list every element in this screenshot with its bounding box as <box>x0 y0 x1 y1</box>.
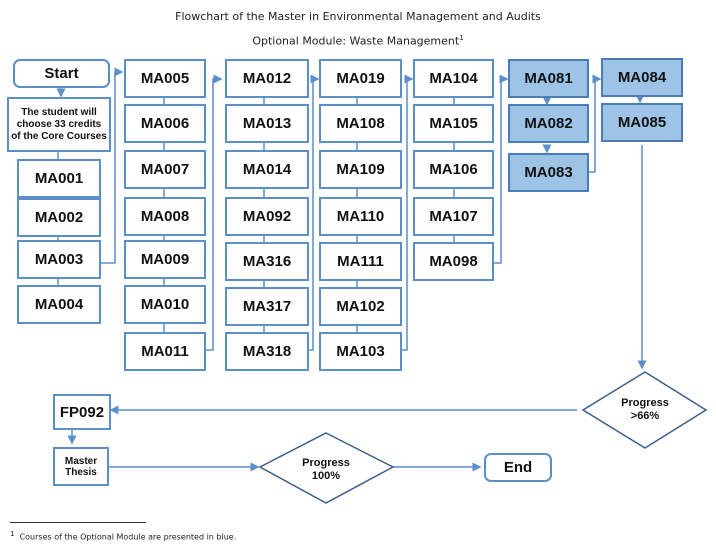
progress-66-label: Progress >66% <box>621 397 669 422</box>
master-thesis-node: Master Thesis <box>53 447 109 486</box>
course-box-ma108: MA108 <box>319 104 402 143</box>
course-box-ma012: MA012 <box>225 59 309 98</box>
course-box-ma005: MA005 <box>124 59 206 98</box>
course-box-ma003: MA003 <box>17 240 101 279</box>
course-box-ma010: MA010 <box>124 285 206 324</box>
course-box-ma004: MA004 <box>17 285 101 324</box>
course-box-ma107: MA107 <box>413 197 494 236</box>
course-box-ma006: MA006 <box>124 104 206 143</box>
footnote: 1 Courses of the Optional Module are pre… <box>10 530 237 542</box>
course-box-ma105: MA105 <box>413 104 494 143</box>
start-node: Start <box>13 59 110 88</box>
fp092-node: FP092 <box>53 394 111 430</box>
optional-course-box-ma084: MA084 <box>601 58 683 97</box>
course-box-ma317: MA317 <box>225 287 309 326</box>
course-box-ma011: MA011 <box>124 332 206 371</box>
arrow-col2-to-col3 <box>205 74 223 351</box>
course-box-ma007: MA007 <box>124 150 206 189</box>
course-box-ma098: MA098 <box>413 242 494 281</box>
footnote-divider <box>10 522 146 523</box>
course-box-ma316: MA316 <box>225 242 309 281</box>
progress-100-label: Progress 100% <box>302 457 350 482</box>
arrow-col4-to-col5 <box>402 74 414 351</box>
course-box-ma103: MA103 <box>319 332 402 371</box>
course-box-ma092: MA092 <box>225 197 309 236</box>
core-courses-note: The student will choose 33 credits of th… <box>7 97 111 152</box>
course-box-ma109: MA109 <box>319 150 402 189</box>
arrow-col3-to-col4 <box>308 74 320 351</box>
course-box-ma106: MA106 <box>413 150 494 189</box>
course-box-ma102: MA102 <box>319 287 402 326</box>
optional-course-box-ma083: MA083 <box>508 153 589 192</box>
course-box-ma110: MA110 <box>319 197 402 236</box>
course-box-ma014: MA014 <box>225 150 309 189</box>
course-box-ma002: MA002 <box>17 198 101 237</box>
course-box-ma104: MA104 <box>413 59 494 98</box>
optional-course-box-ma085: MA085 <box>601 103 683 142</box>
arrow-col5-to-optional <box>494 74 509 264</box>
course-box-ma111: MA111 <box>319 242 402 281</box>
end-node: End <box>484 453 552 482</box>
course-box-ma008: MA008 <box>124 197 206 236</box>
arrow-optional-col2 <box>589 74 602 173</box>
optional-course-box-ma082: MA082 <box>508 104 589 143</box>
course-box-ma001: MA001 <box>17 159 101 198</box>
course-box-ma009: MA009 <box>124 240 206 279</box>
course-box-ma013: MA013 <box>225 104 309 143</box>
optional-course-box-ma081: MA081 <box>508 59 589 98</box>
course-box-ma019: MA019 <box>319 59 402 98</box>
course-box-ma318: MA318 <box>225 332 309 371</box>
